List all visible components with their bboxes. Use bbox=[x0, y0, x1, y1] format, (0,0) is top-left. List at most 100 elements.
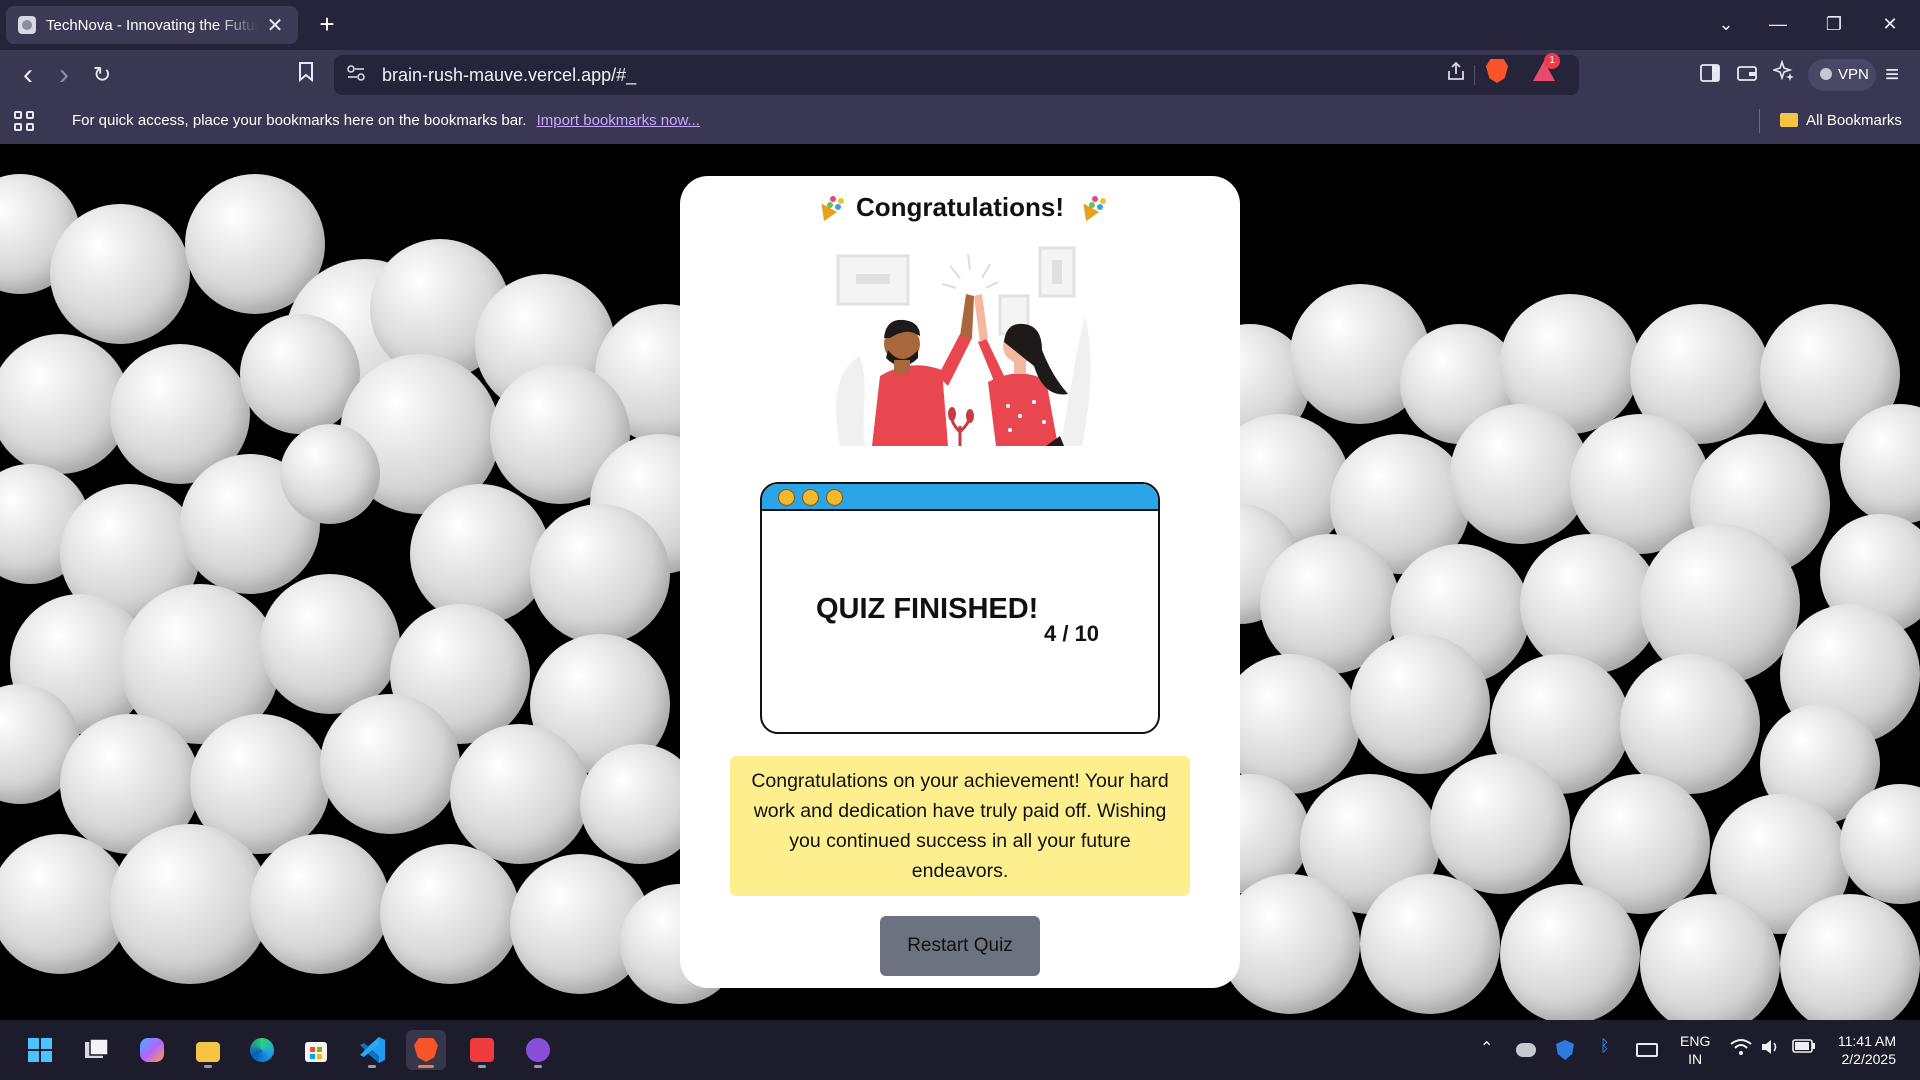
wifi-icon[interactable] bbox=[1730, 1038, 1752, 1061]
balloon bbox=[380, 844, 520, 984]
restore-button[interactable]: ❐ bbox=[1814, 8, 1854, 40]
volume-icon[interactable] bbox=[1760, 1038, 1782, 1061]
minimize-button[interactable]: — bbox=[1758, 8, 1798, 40]
clock-date: 2/2/2025 bbox=[1841, 1051, 1897, 1067]
back-icon[interactable]: ‹ bbox=[12, 59, 44, 91]
party-popper-icon bbox=[816, 196, 842, 218]
reload-icon[interactable]: ↻ bbox=[86, 59, 118, 91]
card-title: Congratulations! bbox=[680, 192, 1240, 223]
balloon bbox=[260, 574, 400, 714]
rewards-badge: 1 bbox=[1544, 53, 1560, 69]
window-dot-icon bbox=[826, 489, 843, 506]
balloon bbox=[250, 834, 390, 974]
balloon bbox=[1450, 404, 1590, 544]
balloon bbox=[530, 504, 670, 644]
vpn-label: VPN bbox=[1838, 66, 1869, 83]
site-settings-icon[interactable] bbox=[342, 61, 370, 89]
leo-ai-icon[interactable] bbox=[1768, 59, 1800, 91]
result-window: QUIZ FINISHED! 4 / 10 bbox=[760, 482, 1160, 734]
sidebar-toggle-icon[interactable] bbox=[1694, 59, 1726, 91]
forward-icon[interactable]: › bbox=[48, 59, 80, 91]
balloon bbox=[450, 724, 590, 864]
github-desktop-button[interactable] bbox=[518, 1030, 558, 1070]
all-bookmarks-label: All Bookmarks bbox=[1806, 112, 1902, 129]
task-view-icon bbox=[85, 1038, 109, 1058]
tab-title: TechNova - Innovating the Future bbox=[46, 16, 258, 34]
store-icon bbox=[305, 1042, 327, 1062]
high-five-illustration bbox=[836, 246, 1091, 446]
bookmarks-divider bbox=[1759, 109, 1760, 133]
party-popper-icon bbox=[1078, 196, 1104, 218]
urlbar-divider bbox=[1474, 65, 1475, 85]
browser-toolbar: ‹ › ↻ brain-rush-mauve.vercel.app/#_ 1 V… bbox=[0, 50, 1920, 100]
balloon bbox=[1220, 654, 1360, 794]
balloon bbox=[1350, 634, 1490, 774]
microsoft-store-button[interactable] bbox=[296, 1030, 336, 1070]
balloon bbox=[1500, 884, 1640, 1020]
security-shield-icon[interactable] bbox=[1556, 1040, 1574, 1060]
new-tab-button[interactable]: + bbox=[312, 9, 342, 39]
balloon bbox=[1360, 874, 1500, 1014]
share-icon[interactable] bbox=[1442, 61, 1470, 89]
balloon bbox=[1430, 754, 1570, 894]
language-indicator[interactable]: ENG IN bbox=[1680, 1032, 1710, 1068]
battery-icon[interactable] bbox=[1792, 1038, 1816, 1059]
title-text: Congratulations! bbox=[856, 192, 1064, 222]
all-bookmarks-button[interactable]: All Bookmarks bbox=[1780, 112, 1902, 129]
keyboard-icon[interactable] bbox=[1636, 1043, 1658, 1057]
congratulations-message: Congratulations on your achievement! You… bbox=[730, 756, 1190, 896]
address-bar[interactable]: brain-rush-mauve.vercel.app/#_ bbox=[334, 55, 1579, 95]
github-icon bbox=[526, 1038, 550, 1062]
show-hidden-icons-button[interactable]: ⌃ bbox=[1480, 1038, 1493, 1058]
onedrive-icon[interactable] bbox=[1516, 1043, 1536, 1057]
bookmark-icon[interactable] bbox=[298, 62, 314, 83]
brave-icon bbox=[414, 1038, 438, 1062]
balloon bbox=[1620, 654, 1760, 794]
copilot-icon bbox=[140, 1038, 164, 1062]
vscode-icon bbox=[360, 1037, 385, 1063]
close-window-button[interactable]: ✕ bbox=[1870, 8, 1910, 40]
brave-taskbar-button[interactable] bbox=[406, 1030, 446, 1070]
start-button[interactable] bbox=[20, 1030, 60, 1070]
window-dot-icon bbox=[802, 489, 819, 506]
bookmarks-hint: For quick access, place your bookmarks h… bbox=[72, 112, 527, 129]
windows-logo-icon bbox=[28, 1038, 52, 1062]
apps-grid-icon[interactable] bbox=[14, 111, 34, 131]
balloon bbox=[280, 424, 380, 524]
url-text[interactable]: brain-rush-mauve.vercel.app/#_ bbox=[382, 65, 636, 86]
edge-icon bbox=[250, 1038, 274, 1062]
edge-button[interactable] bbox=[242, 1030, 282, 1070]
vpn-status-icon bbox=[1820, 68, 1832, 80]
browser-tab-active[interactable]: TechNova - Innovating the Future ✕ bbox=[6, 6, 298, 44]
import-bookmarks-link[interactable]: Import bookmarks now... bbox=[537, 112, 700, 129]
vpn-button[interactable]: VPN bbox=[1808, 59, 1876, 91]
balloon bbox=[1220, 874, 1360, 1014]
balloon bbox=[110, 824, 270, 984]
wallet-icon[interactable] bbox=[1731, 59, 1763, 91]
anydesk-icon bbox=[470, 1038, 494, 1062]
balloon bbox=[320, 694, 460, 834]
anydesk-button[interactable] bbox=[462, 1030, 502, 1070]
quiz-result-card: Congratulations! QUIZ FINISHED! 4 / 10 C… bbox=[680, 176, 1240, 988]
language-code: ENG bbox=[1680, 1033, 1711, 1049]
balloon bbox=[410, 484, 550, 624]
folder-icon bbox=[1780, 113, 1798, 127]
tab-list-button[interactable]: ⌄ bbox=[1706, 8, 1746, 40]
menu-icon[interactable]: ≡ bbox=[1876, 59, 1908, 91]
vscode-button[interactable] bbox=[352, 1030, 392, 1070]
web-page: Congratulations! QUIZ FINISHED! 4 / 10 C… bbox=[0, 144, 1920, 1020]
balloon bbox=[1780, 894, 1920, 1020]
bluetooth-icon[interactable]: ᛒ bbox=[1600, 1038, 1610, 1056]
bookmarks-bar: For quick access, place your bookmarks h… bbox=[0, 100, 1920, 144]
copilot-button[interactable] bbox=[132, 1030, 172, 1070]
windows-taskbar: ⌃ ᛒ ENG IN 11:41 AM 2/2/2025 bbox=[0, 1020, 1920, 1080]
file-explorer-button[interactable] bbox=[188, 1030, 228, 1070]
window-titlebar bbox=[762, 484, 1158, 511]
balloon bbox=[1520, 534, 1660, 674]
taskbar-clock[interactable]: 11:41 AM 2/2/2025 bbox=[1830, 1032, 1896, 1068]
tab-close-icon[interactable]: ✕ bbox=[264, 13, 286, 38]
task-view-button[interactable] bbox=[76, 1030, 116, 1070]
restart-quiz-button[interactable]: Restart Quiz bbox=[880, 916, 1040, 976]
region-code: IN bbox=[1688, 1051, 1703, 1067]
window-dot-icon bbox=[778, 489, 795, 506]
